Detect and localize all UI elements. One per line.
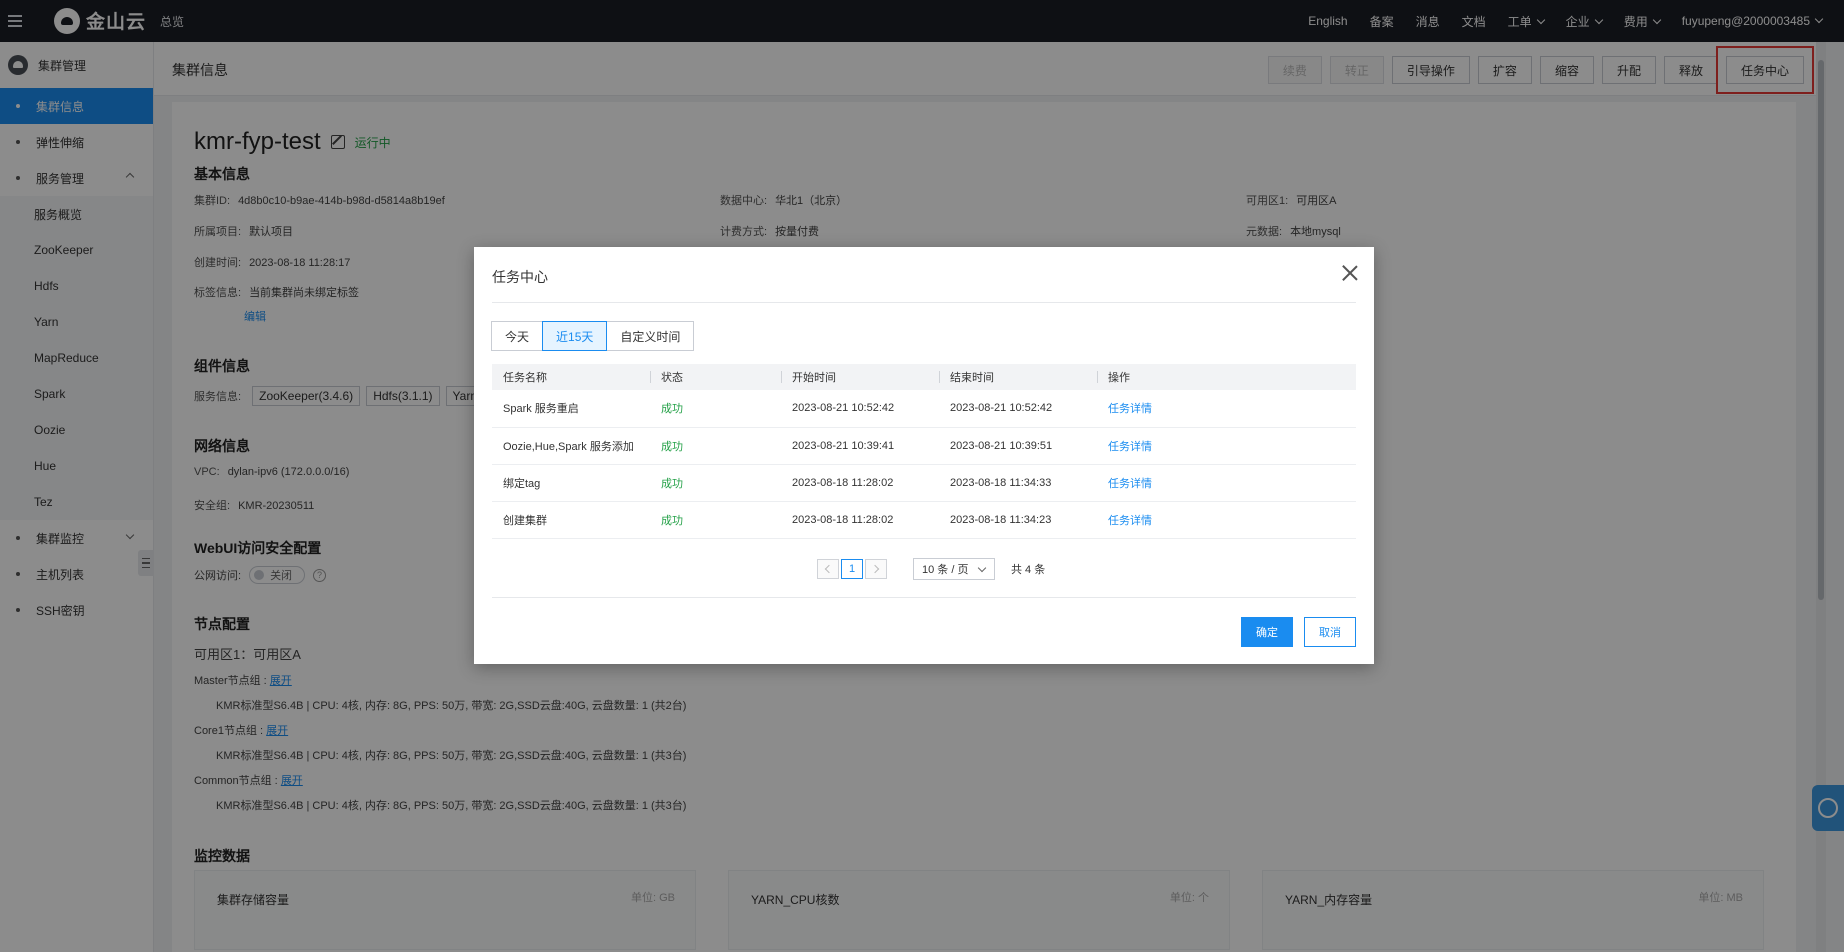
task-center-dialog: 任务中心 今天 近15天 自定义时间 任务名称 状态 开始时间 结束时间 操作 … bbox=[474, 247, 1374, 664]
range-custom-button[interactable]: 自定义时间 bbox=[606, 321, 695, 351]
divider bbox=[492, 302, 1356, 303]
task-end-time: 2023-08-18 11:34:33 bbox=[939, 464, 1097, 502]
task-name: Spark 服务重启 bbox=[492, 390, 650, 428]
column-header: 操作 bbox=[1097, 364, 1356, 390]
table-row: Spark 服务重启 成功 2023-08-21 10:52:42 2023-0… bbox=[492, 390, 1356, 428]
time-range-selector: 今天 近15天 自定义时间 bbox=[491, 321, 695, 351]
page-number-button[interactable]: 1 bbox=[841, 559, 863, 579]
task-start-time: 2023-08-21 10:52:42 bbox=[781, 390, 939, 428]
task-start-time: 2023-08-18 11:28:02 bbox=[781, 464, 939, 502]
task-status: 成功 bbox=[650, 427, 781, 465]
divider bbox=[492, 597, 1356, 598]
task-status: 成功 bbox=[650, 464, 781, 502]
range-15-days-button[interactable]: 近15天 bbox=[542, 321, 608, 351]
close-icon[interactable] bbox=[1340, 263, 1360, 283]
prev-page-icon[interactable] bbox=[817, 559, 839, 579]
task-detail-link[interactable]: 任务详情 bbox=[1108, 478, 1152, 490]
column-header: 结束时间 bbox=[939, 364, 1097, 390]
column-header: 任务名称 bbox=[492, 364, 650, 390]
table-row: 创建集群 成功 2023-08-18 11:28:02 2023-08-18 1… bbox=[492, 501, 1356, 539]
task-end-time: 2023-08-18 11:34:23 bbox=[939, 501, 1097, 539]
task-name: 创建集群 bbox=[492, 501, 650, 539]
task-detail-link[interactable]: 任务详情 bbox=[1108, 441, 1152, 453]
range-today-button[interactable]: 今天 bbox=[491, 321, 544, 351]
task-end-time: 2023-08-21 10:39:51 bbox=[939, 427, 1097, 465]
pagination: 1 10 条 / 页 共 4 条 bbox=[817, 558, 1045, 580]
page-size-select[interactable]: 10 条 / 页 bbox=[913, 558, 995, 580]
task-start-time: 2023-08-21 10:39:41 bbox=[781, 427, 939, 465]
cancel-button[interactable]: 取消 bbox=[1304, 617, 1356, 647]
task-status: 成功 bbox=[650, 501, 781, 539]
table-row: Oozie,Hue,Spark 服务添加 成功 2023-08-21 10:39… bbox=[492, 427, 1356, 465]
confirm-button[interactable]: 确定 bbox=[1241, 617, 1293, 647]
next-page-icon[interactable] bbox=[865, 559, 887, 579]
task-name: Oozie,Hue,Spark 服务添加 bbox=[492, 427, 650, 465]
column-header: 开始时间 bbox=[781, 364, 939, 390]
task-end-time: 2023-08-21 10:52:42 bbox=[939, 390, 1097, 428]
total-count: 共 4 条 bbox=[1011, 564, 1046, 576]
task-start-time: 2023-08-18 11:28:02 bbox=[781, 501, 939, 539]
dialog-title: 任务中心 bbox=[492, 269, 548, 285]
table-row: 绑定tag 成功 2023-08-18 11:28:02 2023-08-18 … bbox=[492, 464, 1356, 502]
task-detail-link[interactable]: 任务详情 bbox=[1108, 403, 1152, 415]
task-table: 任务名称 状态 开始时间 结束时间 操作 Spark 服务重启 成功 2023-… bbox=[492, 364, 1356, 539]
task-detail-link[interactable]: 任务详情 bbox=[1108, 515, 1152, 527]
task-status: 成功 bbox=[650, 390, 781, 428]
column-header: 状态 bbox=[650, 364, 781, 390]
task-name: 绑定tag bbox=[492, 464, 650, 502]
table-header-row: 任务名称 状态 开始时间 结束时间 操作 bbox=[492, 364, 1356, 390]
